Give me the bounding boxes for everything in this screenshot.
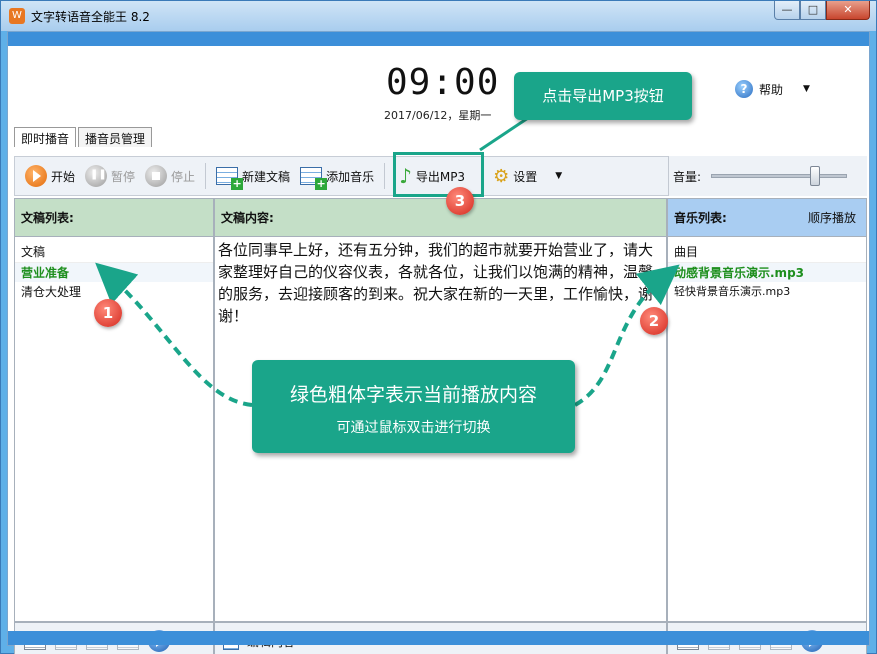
arrow-to-document-list [95, 262, 253, 407]
step-badge-1: 1 [94, 299, 122, 327]
callout-line1: 绿色粗体字表示当前播放内容 [289, 384, 537, 406]
step-badge-3: 3 [446, 187, 474, 215]
arrow-to-music-list [574, 264, 680, 407]
export-callout: 点击导出MP3按钮 [514, 72, 692, 120]
export-highlight-box [393, 152, 484, 197]
callout-line2: 可通过鼠标双击进行切换 [336, 420, 491, 436]
arrow-to-export-button [479, 116, 529, 152]
step-badge-2: 2 [640, 307, 668, 335]
current-item-callout: 绿色粗体字表示当前播放内容 可通过鼠标双击进行切换 [252, 360, 575, 453]
annotation-arrows [95, 116, 680, 407]
